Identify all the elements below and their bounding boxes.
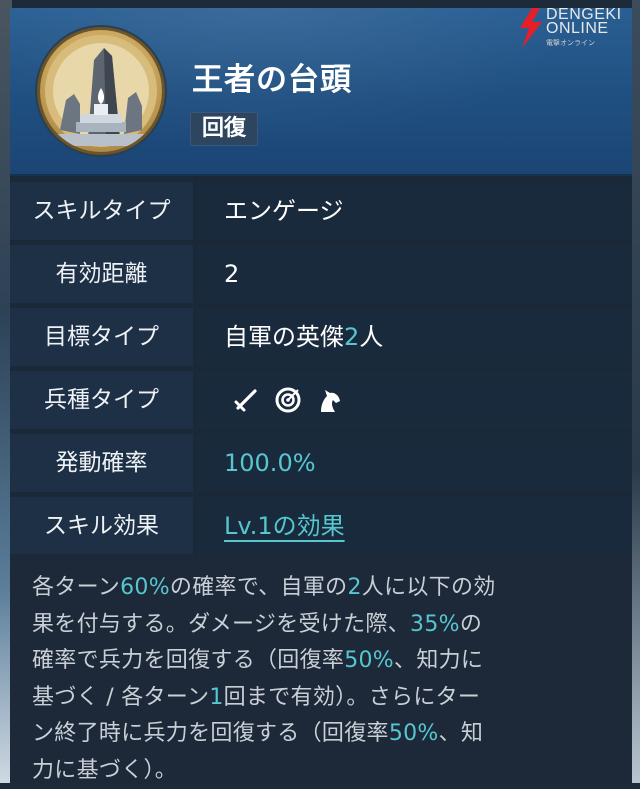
attribute-row-skill-type: スキルタイプ エンゲージ	[10, 182, 632, 240]
skill-description: 各ターン60%の確率で、自軍の2人に以下の効 果を付与する。ダメージを受けた際、…	[32, 570, 617, 789]
horse-icon	[321, 390, 341, 412]
skill-description-panel: 各ターン60%の確率で、自軍の2人に以下の効 果を付与する。ダメージを受けた際、…	[10, 554, 632, 783]
attribute-value: 2	[224, 260, 240, 288]
attribute-label: 有効距離	[10, 245, 193, 303]
attribute-value: エンゲージ	[224, 197, 344, 225]
watermark-line2: ONLINE	[546, 20, 609, 37]
attribute-label: 発動確率	[10, 434, 193, 492]
attribute-row-unit-type: 兵種タイプ	[10, 371, 632, 429]
tower-monument-icon	[40, 30, 162, 152]
site-watermark: DENGEKI ONLINE 電撃オンライン	[516, 6, 634, 48]
attribute-value-cell: 自軍の英傑2人	[197, 308, 632, 366]
attribute-value-cell: 100.0%	[197, 434, 632, 492]
attribute-row-skill-effect: スキル効果 Lv.1の効果	[10, 497, 632, 555]
description-text: 各ターン	[32, 575, 121, 600]
target-prefix: 自軍の英傑	[224, 323, 344, 351]
target-icon	[275, 387, 301, 413]
skill-name: 王者の台頭	[192, 62, 352, 98]
attribute-label: 兵種タイプ	[10, 371, 193, 429]
attribute-value-cell: Lv.1の効果	[197, 497, 632, 555]
attribute-value: 100.0%	[224, 449, 316, 477]
target-count: 2	[344, 323, 360, 351]
attribute-label: 目標タイプ	[10, 308, 193, 366]
attribute-value-cell: 2	[197, 245, 632, 303]
description-highlight: 50%	[344, 648, 395, 673]
attribute-value-cell: エンゲージ	[197, 182, 632, 240]
background-right-edge	[632, 0, 640, 783]
skill-category-badge: 回復	[190, 112, 259, 146]
description-highlight: 50%	[388, 721, 439, 746]
skill-attributes-table: スキルタイプ エンゲージ 有効距離 2 目標タイプ 自軍の英傑2人 兵種タイプ	[10, 182, 632, 560]
watermark-line3: 電撃オンライン	[546, 39, 595, 47]
attribute-row-activation-rate: 発動確率 100.0%	[10, 434, 632, 492]
attribute-row-range: 有効距離 2	[10, 245, 632, 303]
skill-detail-card: 王者の台頭 回復 DENGEKI ONLINE 電撃オンライン スキルタイプ エ…	[10, 6, 634, 783]
attribute-label: スキル効果	[10, 497, 193, 555]
sword-icon	[234, 389, 257, 412]
skill-effect-level-link[interactable]: Lv.1の効果	[224, 497, 345, 555]
description-text: の確率で、自軍の	[169, 575, 348, 600]
description-highlight: 1	[209, 684, 224, 710]
target-suffix: 人	[359, 323, 384, 351]
attribute-label: スキルタイプ	[10, 182, 193, 240]
lightning-bolt-icon	[520, 8, 542, 48]
attribute-value: 自軍の英傑2人	[224, 308, 383, 366]
description-highlight: 35%	[410, 611, 460, 637]
description-highlight: 60%	[120, 575, 170, 600]
attribute-value-cell	[197, 371, 632, 429]
attribute-row-target-type: 目標タイプ 自軍の英傑2人	[10, 308, 632, 366]
unit-type-icons	[232, 386, 349, 414]
description-highlight: 2	[347, 575, 362, 600]
